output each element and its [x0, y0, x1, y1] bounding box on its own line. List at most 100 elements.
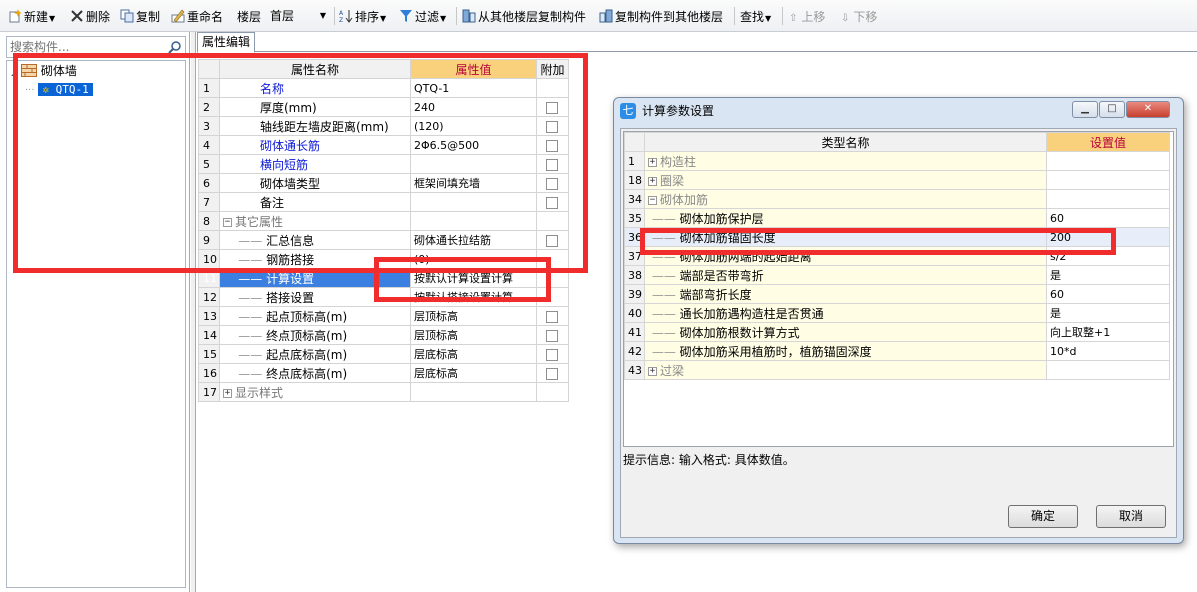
param-row[interactable]: 41 —— 砌体加筋根数计算方式 向上取整+1 — [624, 322, 1170, 342]
table-row[interactable]: 10 —— 钢筋搭接 (0) — [198, 249, 569, 269]
param-row[interactable]: 40 —— 通长加筋遇构造柱是否贯通是 — [624, 303, 1170, 323]
param-group-row[interactable]: 18 + 圈梁 — [624, 170, 1170, 190]
table-row[interactable]: 15 —— 起点底标高(m) 层底标高 — [198, 344, 569, 364]
copy-to-other-floor-button[interactable]: 复制构件到其他楼层 — [599, 8, 723, 26]
table-row-group[interactable]: 8− 其它属性 — [198, 211, 569, 231]
table-row[interactable]: 14 —— 终点顶标高(m) 层顶标高 — [198, 325, 569, 345]
table-row[interactable]: 13 —— 起点顶标高(m) 层顶标高 — [198, 306, 569, 326]
search-input[interactable] — [7, 37, 157, 57]
table-row[interactable]: 6 砌体墙类型 框架间填充墙 — [198, 173, 569, 193]
tab-property-edit[interactable]: 属性编辑 — [197, 32, 256, 53]
property-value[interactable]: QTQ-1 — [410, 78, 537, 98]
param-value[interactable]: 10*d — [1046, 341, 1170, 361]
extra-checkbox[interactable] — [546, 310, 558, 323]
property-grid-header: 属性名称 属性值 附加 — [198, 59, 569, 79]
property-value[interactable]: 砌体通长拉结筋 — [410, 230, 537, 250]
tree-node-qtq-1[interactable]: ··· ✲ QTQ-1 — [25, 81, 93, 97]
table-row-selected[interactable]: 11 —— 计算设置 按默认计算设置计算 — [198, 268, 569, 288]
filter-button[interactable]: 过滤▼ — [399, 8, 446, 26]
property-value[interactable] — [410, 192, 537, 212]
table-row[interactable]: 2 厚度(mm) 240 — [198, 97, 569, 117]
param-group-row[interactable]: 43 + 过梁 — [624, 360, 1170, 380]
expand-icon[interactable]: + — [223, 388, 232, 398]
expand-toggle-icon[interactable]: ◢ — [11, 68, 17, 77]
rename-button[interactable]: 重命名 — [171, 8, 223, 26]
extra-checkbox[interactable] — [546, 139, 558, 152]
param-value[interactable]: 是 — [1046, 265, 1170, 285]
property-name: —— 起点顶标高(m) — [219, 306, 411, 326]
extra-checkbox[interactable] — [546, 158, 558, 171]
table-row[interactable]: 7 备注 — [198, 192, 569, 212]
param-group-row[interactable]: 34− 砌体加筋 — [624, 189, 1170, 209]
property-value[interactable]: (120) — [410, 116, 537, 136]
extra-checkbox[interactable] — [546, 348, 558, 361]
find-button[interactable]: 查找▼ — [740, 8, 771, 26]
property-value[interactable]: (0) — [410, 249, 537, 269]
delete-icon — [71, 10, 83, 22]
param-value[interactable]: s/2 — [1046, 246, 1170, 266]
property-value[interactable]: 层顶标高 — [410, 325, 537, 345]
dialog-title-bar[interactable]: 七 计算参数设置 ▁ □ ✕ — [614, 98, 1183, 124]
move-down-button[interactable]: ⇩ 下移 — [841, 8, 877, 26]
sort-button[interactable]: A Z 排序▼ — [339, 8, 386, 26]
search-icon[interactable] — [168, 40, 182, 54]
property-value[interactable]: 框架间填充墙 — [410, 173, 537, 193]
property-value[interactable]: 层底标高 — [410, 344, 537, 364]
collapse-icon[interactable]: − — [223, 217, 232, 227]
extra-checkbox[interactable] — [546, 367, 558, 380]
maximize-button[interactable]: □ — [1099, 101, 1125, 118]
copy-from-other-floor-button[interactable]: 从其他楼层复制构件 — [462, 8, 586, 26]
extra-checkbox[interactable] — [546, 329, 558, 342]
param-value[interactable]: 200 — [1046, 227, 1170, 247]
close-button[interactable]: ✕ — [1126, 101, 1170, 118]
extra-checkbox[interactable] — [546, 177, 558, 190]
delete-button[interactable]: 删除 — [70, 8, 110, 26]
param-row-selected[interactable]: 36 —— 砌体加筋锚固长度 200 — [624, 227, 1170, 247]
param-value[interactable]: 是 — [1046, 303, 1170, 323]
table-row[interactable]: 16 —— 终点底标高(m) 层底标高 — [198, 363, 569, 383]
table-row[interactable]: 9 —— 汇总信息 砌体通长拉结筋 — [198, 230, 569, 250]
property-value[interactable] — [410, 154, 537, 174]
property-value[interactable]: 按默认搭接设置计算 — [410, 287, 537, 307]
cancel-button[interactable]: 取消 — [1096, 505, 1166, 528]
param-row[interactable]: 38 —— 端部是否带弯折是 — [624, 265, 1170, 285]
extra-checkbox[interactable] — [546, 120, 558, 133]
minimize-button[interactable]: ▁ — [1072, 101, 1098, 118]
param-row[interactable]: 42 —— 砌体加筋采用植筋时，植筋锚固深度 10*d — [624, 341, 1170, 361]
table-row[interactable]: 12 —— 搭接设置 按默认搭接设置计算 — [198, 287, 569, 307]
property-name: 砌体通长筋 — [219, 135, 411, 155]
table-row[interactable]: 4 砌体通长筋 2Φ6.5@500 — [198, 135, 569, 155]
property-value[interactable]: 按默认计算设置计算 — [410, 268, 537, 288]
expand-icon[interactable]: + — [648, 176, 657, 186]
param-value[interactable]: 60 — [1046, 208, 1170, 228]
property-name-header: 属性名称 — [219, 59, 411, 79]
table-row[interactable]: 1 名称 QTQ-1 — [198, 78, 569, 98]
param-row[interactable]: 37 —— 砌体加筋两端的起始距离 s/2 — [624, 246, 1170, 266]
table-row[interactable]: 5 横向短筋 — [198, 154, 569, 174]
param-group-row[interactable]: 1 + 构造柱 — [624, 151, 1170, 171]
table-row-group[interactable]: 17 + 显示样式 — [198, 382, 569, 402]
collapse-icon[interactable]: − — [648, 195, 657, 205]
floor-select[interactable]: 首层 ▼ — [266, 6, 330, 26]
param-row[interactable]: 35 —— 砌体加筋保护层 60 — [624, 208, 1170, 228]
property-value[interactable]: 层顶标高 — [410, 306, 537, 326]
extra-checkbox[interactable] — [546, 101, 558, 114]
expand-icon[interactable]: + — [648, 366, 657, 376]
param-row[interactable]: 39 —— 端部弯折长度 60 — [624, 284, 1170, 304]
copy-icon — [120, 9, 134, 23]
property-value[interactable]: 240 — [410, 97, 537, 117]
property-value[interactable]: 层底标高 — [410, 363, 537, 383]
property-value[interactable]: 2Φ6.5@500 — [410, 135, 537, 155]
param-value[interactable]: 向上取整+1 — [1046, 322, 1170, 342]
panel-splitter[interactable] — [191, 32, 196, 592]
move-up-button[interactable]: ⇧ 上移 — [789, 8, 825, 26]
tree-node-masonry-wall[interactable]: ◢ 砌体墙 — [11, 63, 77, 79]
expand-icon[interactable]: + — [648, 157, 657, 167]
extra-checkbox[interactable] — [546, 234, 558, 247]
copy-button[interactable]: 复制 — [120, 8, 160, 26]
param-value[interactable]: 60 — [1046, 284, 1170, 304]
ok-button[interactable]: 确定 — [1008, 505, 1078, 528]
extra-checkbox[interactable] — [546, 196, 558, 209]
new-button[interactable]: 新建▼ — [8, 8, 55, 26]
table-row[interactable]: 3 轴线距左墙皮距离(mm) (120) — [198, 116, 569, 136]
